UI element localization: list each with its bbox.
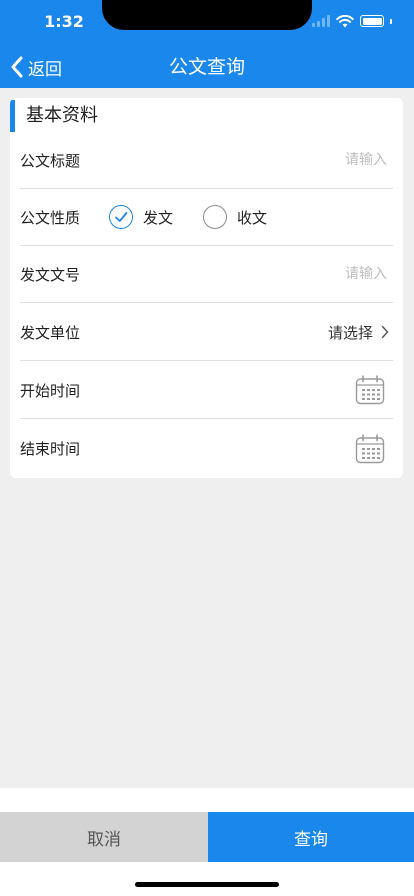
status-icons xyxy=(312,12,392,30)
issuer-select[interactable]: 请选择 xyxy=(328,322,393,343)
row-doc-title: 公文标题 xyxy=(20,132,393,189)
start-time-label: 开始时间 xyxy=(20,381,81,400)
radio-outgoing[interactable]: 发文 xyxy=(109,205,173,229)
doc-title-label: 公文标题 xyxy=(20,151,81,170)
chevron-right-icon xyxy=(381,325,389,339)
section-title: 基本资料 xyxy=(26,105,98,126)
row-doc-nature: 公文性质 发文 收文 xyxy=(20,189,393,246)
doc-nature-label: 公文性质 xyxy=(20,208,81,227)
check-icon xyxy=(115,212,128,222)
query-button[interactable]: 查询 xyxy=(208,812,414,862)
wifi-icon xyxy=(336,14,354,27)
section-header: 基本资料 xyxy=(10,98,403,132)
radio-unchecked-icon xyxy=(203,205,228,229)
radio-incoming-label: 收文 xyxy=(237,208,268,227)
basic-info-card: 基本资料 公文标题 公文性质 发文 收文 发文文号 xyxy=(10,98,403,478)
row-end-time: 结束时间 xyxy=(20,420,393,477)
doc-title-input[interactable] xyxy=(108,152,393,168)
issuer-label: 发文单位 xyxy=(20,323,81,342)
doc-number-label: 发文文号 xyxy=(20,265,81,284)
doc-number-input[interactable] xyxy=(108,266,393,282)
end-time-label: 结束时间 xyxy=(20,440,81,458)
row-issuer[interactable]: 发文单位 请选择 xyxy=(20,304,393,361)
section-accent-bar xyxy=(10,100,15,132)
radio-incoming[interactable]: 收文 xyxy=(203,205,267,229)
radio-outgoing-label: 发文 xyxy=(143,208,174,227)
calendar-icon[interactable] xyxy=(355,433,385,464)
row-start-time: 开始时间 xyxy=(20,362,393,419)
status-time: 1:32 xyxy=(44,12,84,31)
calendar-icon[interactable] xyxy=(355,375,385,405)
doc-nature-radio-group: 发文 收文 xyxy=(109,205,297,229)
row-doc-number: 发文文号 xyxy=(20,246,393,303)
battery-icon xyxy=(360,15,384,27)
device-notch xyxy=(102,0,312,30)
battery-cap xyxy=(390,18,392,24)
app-header: 1:32 返回 公文查询 xyxy=(0,0,414,88)
issuer-select-value: 请选择 xyxy=(327,323,373,342)
home-indicator xyxy=(135,882,279,887)
page-title: 公文查询 xyxy=(168,56,245,78)
cancel-button[interactable]: 取消 xyxy=(0,812,208,862)
radio-checked-icon xyxy=(109,205,133,229)
signal-icon xyxy=(312,15,330,27)
